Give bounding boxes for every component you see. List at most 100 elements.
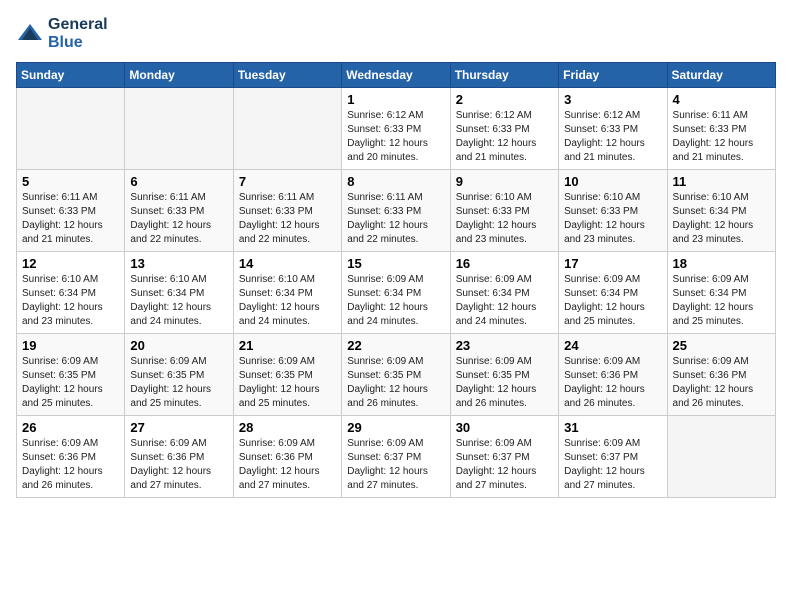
- day-number: 24: [564, 338, 661, 353]
- calendar-cell: 1 Sunrise: 6:12 AM Sunset: 6:33 PM Daylig…: [342, 88, 450, 170]
- day-header-saturday: Saturday: [667, 63, 775, 88]
- day-detail: Sunrise: 6:09 AM Sunset: 6:36 PM Dayligh…: [239, 437, 336, 493]
- day-number: 14: [239, 256, 336, 271]
- calendar-cell: 20Sunrise: 6:09 AM Sunset: 6:35 PM Dayli…: [125, 334, 233, 416]
- calendar-cell: 22Sunrise: 6:09 AM Sunset: 6:35 PM Dayli…: [342, 334, 450, 416]
- week-row-1: 1 Sunrise: 6:12 AM Sunset: 6:33 PM Daylig…: [17, 88, 776, 170]
- calendar-cell: 16 Sunrise: 6:09 AM Sunset: 6:34 PM Dayli…: [450, 252, 558, 334]
- day-detail: Sunrise: 6:11 AM Sunset: 6:33 PM Dayligh…: [130, 191, 227, 247]
- day-detail: Sunrise: 6:09 AM Sunset: 6:34 PM Dayligh…: [673, 273, 770, 329]
- day-detail: Sunrise: 6:09 AM Sunset: 6:36 PM Dayligh…: [22, 437, 119, 493]
- day-header-friday: Friday: [559, 63, 667, 88]
- day-number: 21: [239, 338, 336, 353]
- day-number: 16: [456, 256, 553, 271]
- day-number: 15: [347, 256, 444, 271]
- day-detail: Sunrise: 6:10 AM Sunset: 6:34 PM Dayligh…: [22, 273, 119, 329]
- day-detail: Sunrise: 6:12 AM Sunset: 6:33 PM Dayligh…: [564, 109, 661, 165]
- day-detail: Sunrise: 6:09 AM Sunset: 6:35 PM Dayligh…: [239, 355, 336, 411]
- day-detail: Sunrise: 6:09 AM Sunset: 6:37 PM Dayligh…: [456, 437, 553, 493]
- day-number: 31: [564, 420, 661, 435]
- day-header-monday: Monday: [125, 63, 233, 88]
- day-header-sunday: Sunday: [17, 63, 125, 88]
- calendar-cell: [233, 88, 341, 170]
- day-number: 9: [456, 174, 553, 189]
- calendar-cell: 26 Sunrise: 6:09 AM Sunset: 6:36 PM Dayli…: [17, 416, 125, 498]
- calendar-cell: 4Sunrise: 6:11 AM Sunset: 6:33 PM Daylig…: [667, 88, 775, 170]
- calendar-cell: 10 Sunrise: 6:10 AM Sunset: 6:33 PM Dayli…: [559, 170, 667, 252]
- day-detail: Sunrise: 6:09 AM Sunset: 6:36 PM Dayligh…: [673, 355, 770, 411]
- day-number: 7: [239, 174, 336, 189]
- calendar-cell: [667, 416, 775, 498]
- day-detail: Sunrise: 6:10 AM Sunset: 6:33 PM Dayligh…: [564, 191, 661, 247]
- logo: General Blue: [16, 16, 108, 52]
- day-detail: Sunrise: 6:09 AM Sunset: 6:35 PM Dayligh…: [456, 355, 553, 411]
- day-number: 8: [347, 174, 444, 189]
- day-detail: Sunrise: 6:09 AM Sunset: 6:35 PM Dayligh…: [130, 355, 227, 411]
- day-detail: Sunrise: 6:09 AM Sunset: 6:34 PM Dayligh…: [456, 273, 553, 329]
- calendar-cell: 31 Sunrise: 6:09 AM Sunset: 6:37 PM Dayli…: [559, 416, 667, 498]
- week-row-4: 19 Sunrise: 6:09 AM Sunset: 6:35 PM Dayli…: [17, 334, 776, 416]
- logo-icon: [16, 20, 44, 48]
- calendar-cell: 19 Sunrise: 6:09 AM Sunset: 6:35 PM Dayli…: [17, 334, 125, 416]
- day-number: 28: [239, 420, 336, 435]
- day-number: 30: [456, 420, 553, 435]
- day-number: 23: [456, 338, 553, 353]
- day-number: 29: [347, 420, 444, 435]
- calendar-cell: 27 Sunrise: 6:09 AM Sunset: 6:36 PM Dayli…: [125, 416, 233, 498]
- day-number: 6: [130, 174, 227, 189]
- week-row-3: 12 Sunrise: 6:10 AM Sunset: 6:34 PM Dayli…: [17, 252, 776, 334]
- calendar-cell: 15 Sunrise: 6:09 AM Sunset: 6:34 PM Dayli…: [342, 252, 450, 334]
- week-row-2: 5 Sunrise: 6:11 AM Sunset: 6:33 PM Daylig…: [17, 170, 776, 252]
- calendar-table: SundayMondayTuesdayWednesdayThursdayFrid…: [16, 62, 776, 498]
- day-detail: Sunrise: 6:11 AM Sunset: 6:33 PM Dayligh…: [673, 109, 770, 165]
- calendar-cell: 6 Sunrise: 6:11 AM Sunset: 6:33 PM Daylig…: [125, 170, 233, 252]
- day-number: 26: [22, 420, 119, 435]
- day-detail: Sunrise: 6:09 AM Sunset: 6:34 PM Dayligh…: [564, 273, 661, 329]
- day-detail: Sunrise: 6:09 AM Sunset: 6:34 PM Dayligh…: [347, 273, 444, 329]
- calendar-cell: 17 Sunrise: 6:09 AM Sunset: 6:34 PM Dayli…: [559, 252, 667, 334]
- calendar-cell: 8Sunrise: 6:11 AM Sunset: 6:33 PM Daylig…: [342, 170, 450, 252]
- day-detail: Sunrise: 6:11 AM Sunset: 6:33 PM Dayligh…: [22, 191, 119, 247]
- day-number: 5: [22, 174, 119, 189]
- day-header-thursday: Thursday: [450, 63, 558, 88]
- logo-text: General Blue: [48, 16, 108, 52]
- week-row-5: 26 Sunrise: 6:09 AM Sunset: 6:36 PM Dayli…: [17, 416, 776, 498]
- day-detail: Sunrise: 6:10 AM Sunset: 6:34 PM Dayligh…: [130, 273, 227, 329]
- calendar-header-row: SundayMondayTuesdayWednesdayThursdayFrid…: [17, 63, 776, 88]
- day-number: 25: [673, 338, 770, 353]
- calendar-cell: 3 Sunrise: 6:12 AM Sunset: 6:33 PM Daylig…: [559, 88, 667, 170]
- day-number: 1: [347, 92, 444, 107]
- calendar-cell: 28 Sunrise: 6:09 AM Sunset: 6:36 PM Dayli…: [233, 416, 341, 498]
- day-detail: Sunrise: 6:11 AM Sunset: 6:33 PM Dayligh…: [239, 191, 336, 247]
- calendar-cell: 29 Sunrise: 6:09 AM Sunset: 6:37 PM Dayli…: [342, 416, 450, 498]
- day-number: 27: [130, 420, 227, 435]
- day-header-wednesday: Wednesday: [342, 63, 450, 88]
- day-detail: Sunrise: 6:09 AM Sunset: 6:35 PM Dayligh…: [22, 355, 119, 411]
- day-header-tuesday: Tuesday: [233, 63, 341, 88]
- calendar-cell: 30 Sunrise: 6:09 AM Sunset: 6:37 PM Dayli…: [450, 416, 558, 498]
- day-detail: Sunrise: 6:09 AM Sunset: 6:37 PM Dayligh…: [564, 437, 661, 493]
- day-detail: Sunrise: 6:12 AM Sunset: 6:33 PM Dayligh…: [456, 109, 553, 165]
- day-detail: Sunrise: 6:09 AM Sunset: 6:36 PM Dayligh…: [130, 437, 227, 493]
- day-number: 3: [564, 92, 661, 107]
- page-header: General Blue: [16, 16, 776, 52]
- day-detail: Sunrise: 6:10 AM Sunset: 6:34 PM Dayligh…: [673, 191, 770, 247]
- day-number: 2: [456, 92, 553, 107]
- day-detail: Sunrise: 6:09 AM Sunset: 6:37 PM Dayligh…: [347, 437, 444, 493]
- calendar-cell: 9Sunrise: 6:10 AM Sunset: 6:33 PM Daylig…: [450, 170, 558, 252]
- calendar-cell: 7 Sunrise: 6:11 AM Sunset: 6:33 PM Daylig…: [233, 170, 341, 252]
- calendar-cell: 24Sunrise: 6:09 AM Sunset: 6:36 PM Dayli…: [559, 334, 667, 416]
- calendar-cell: 2 Sunrise: 6:12 AM Sunset: 6:33 PM Daylig…: [450, 88, 558, 170]
- day-detail: Sunrise: 6:09 AM Sunset: 6:35 PM Dayligh…: [347, 355, 444, 411]
- day-number: 13: [130, 256, 227, 271]
- day-number: 17: [564, 256, 661, 271]
- calendar-cell: 18Sunrise: 6:09 AM Sunset: 6:34 PM Dayli…: [667, 252, 775, 334]
- day-number: 12: [22, 256, 119, 271]
- calendar-cell: 13 Sunrise: 6:10 AM Sunset: 6:34 PM Dayli…: [125, 252, 233, 334]
- day-number: 19: [22, 338, 119, 353]
- day-detail: Sunrise: 6:12 AM Sunset: 6:33 PM Dayligh…: [347, 109, 444, 165]
- day-number: 10: [564, 174, 661, 189]
- calendar-cell: 25 Sunrise: 6:09 AM Sunset: 6:36 PM Dayli…: [667, 334, 775, 416]
- calendar-cell: 12 Sunrise: 6:10 AM Sunset: 6:34 PM Dayli…: [17, 252, 125, 334]
- day-number: 11: [673, 174, 770, 189]
